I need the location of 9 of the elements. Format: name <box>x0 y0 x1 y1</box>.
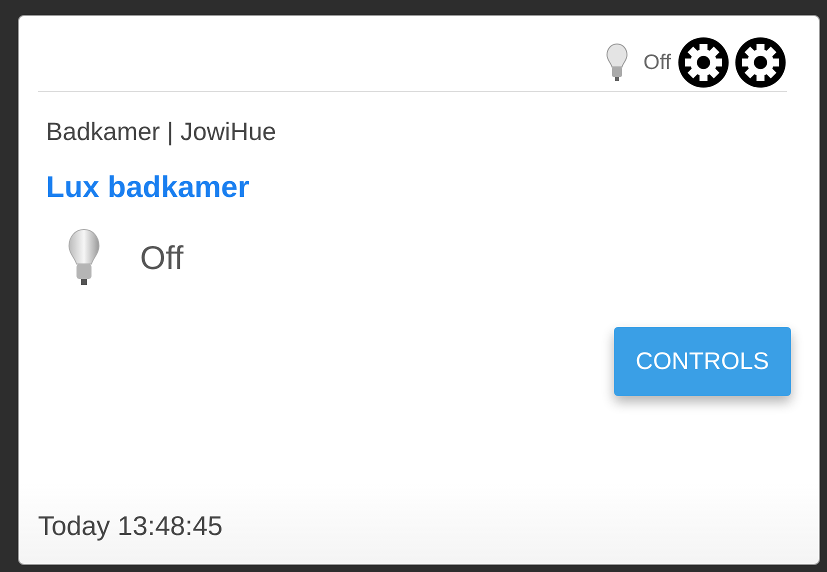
light-bulb-icon <box>605 42 630 84</box>
device-status: Off <box>140 239 184 277</box>
status-text: Off <box>643 50 671 74</box>
settings-icon[interactable] <box>734 36 787 89</box>
device-name[interactable]: Lux badkamer <box>46 171 787 205</box>
controls-button[interactable]: CONTROLS <box>614 327 791 396</box>
last-update-time: Today 13:48:45 <box>38 511 224 542</box>
device-location: Badkamer | JowiHue <box>46 118 278 147</box>
settings-icon[interactable] <box>677 36 730 89</box>
